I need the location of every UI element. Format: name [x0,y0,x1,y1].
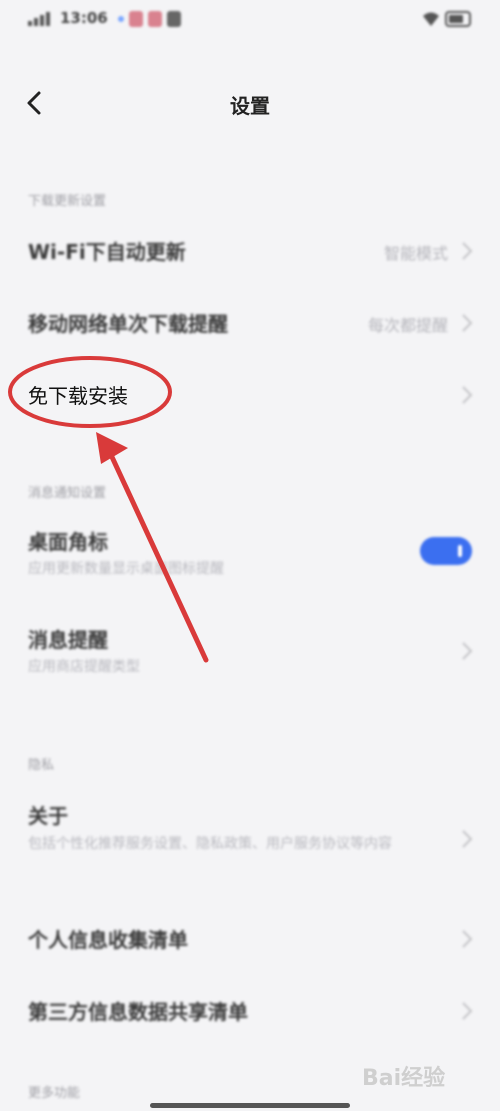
chevron-right-icon [462,242,473,260]
chevron-right-icon [462,1002,473,1020]
row-wifi-auto-update[interactable]: Wi-Fi下自动更新 智能模式 [0,226,500,276]
row-label: 免下载安装 [28,384,128,408]
chevron-right-icon [462,930,473,948]
chevron-right-icon [462,642,473,660]
app-notification-icon [129,11,143,27]
row-label: Wi-Fi下自动更新 [28,240,186,264]
row-label: 移动网络单次下载提醒 [28,312,228,336]
row-label: 消息提醒 [28,628,108,652]
battery-icon [445,11,471,27]
status-time: 13:06 [60,9,108,27]
row-sub: 应用更新数量显示桌面图标提醒 [28,561,224,577]
watermark: Bai经验 [362,1066,446,1091]
section-title-notifications: 消息通知设置 [28,486,107,501]
notification-icons [118,11,181,27]
page-title: 设置 [230,94,270,118]
dot-icon [118,16,124,22]
row-third-party-list[interactable]: 第三方信息数据共享清单 [0,988,500,1038]
header: 设置 [0,70,500,136]
row-message-reminder[interactable]: 消息提醒 应用商店提醒类型 [0,622,500,682]
row-value: 每次都提醒 [367,316,448,335]
row-label: 第三方信息数据共享清单 [28,1000,248,1024]
chevron-right-icon [462,314,473,332]
chevron-right-icon [462,830,473,848]
chevron-right-icon [462,386,473,404]
row-mobile-download-prompt[interactable]: 移动网络单次下载提醒 每次都提醒 [0,298,500,348]
app-notification-icon [148,11,162,27]
row-sub: 应用商店提醒类型 [28,659,140,675]
toggle-knob [458,545,462,557]
home-indicator [150,1103,350,1108]
row-desktop-badge[interactable]: 桌面角标 应用更新数量显示桌面图标提醒 [0,524,500,584]
wifi-icon [423,12,439,26]
app-notification-icon [167,11,181,27]
signal-icon [28,12,50,26]
row-value: 智能模式 [383,244,448,263]
row-sub: 包括个性化推荐服务设置、隐私政策、用户服务协议等内容 [28,836,392,852]
annotation-arrow-head [96,432,128,464]
row-about[interactable]: 关于 包括个性化推荐服务设置、隐私政策、用户服务协议等内容 [0,798,500,882]
row-personal-info-list[interactable]: 个人信息收集清单 [0,916,500,966]
row-install-without-download[interactable]: 免下载安装 [0,370,500,420]
badge-toggle[interactable] [420,537,472,565]
row-label: 个人信息收集清单 [28,928,188,952]
row-label: 桌面角标 [28,530,108,554]
section-title-privacy: 隐私 [28,758,55,773]
section-title-download: 下载更新设置 [28,194,107,209]
section-title-more: 更多功能 [28,1086,81,1101]
status-bar: 13:06 [0,0,500,40]
row-label: 关于 [28,804,68,828]
